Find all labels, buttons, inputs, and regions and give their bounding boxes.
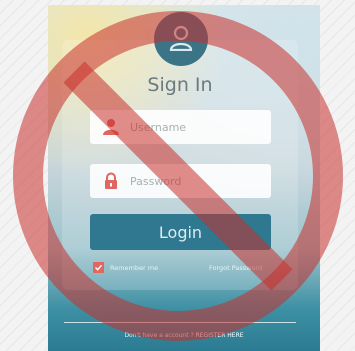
register-link[interactable]: REGISTER HERE bbox=[196, 332, 244, 339]
lock-icon bbox=[105, 172, 117, 189]
username-field[interactable] bbox=[90, 110, 271, 144]
signup-prompt: Don't have a account ? bbox=[124, 332, 194, 339]
footer: Don't have a account ? REGISTER HERE bbox=[48, 332, 320, 339]
avatar bbox=[154, 12, 208, 66]
password-input[interactable] bbox=[130, 164, 265, 198]
password-field[interactable] bbox=[90, 164, 271, 198]
username-input[interactable] bbox=[130, 110, 265, 144]
remember-checkbox[interactable] bbox=[93, 262, 104, 273]
forgot-password-link[interactable]: Forgot Password bbox=[209, 264, 262, 272]
user-icon bbox=[169, 25, 193, 51]
login-button[interactable]: Login bbox=[90, 214, 271, 250]
remember-label: Remember me bbox=[110, 263, 159, 272]
user-icon bbox=[103, 119, 119, 135]
remember-me[interactable]: Remember me bbox=[93, 262, 158, 273]
page-title: Sign In bbox=[147, 74, 213, 96]
check-icon bbox=[95, 264, 103, 271]
divider bbox=[64, 322, 296, 323]
